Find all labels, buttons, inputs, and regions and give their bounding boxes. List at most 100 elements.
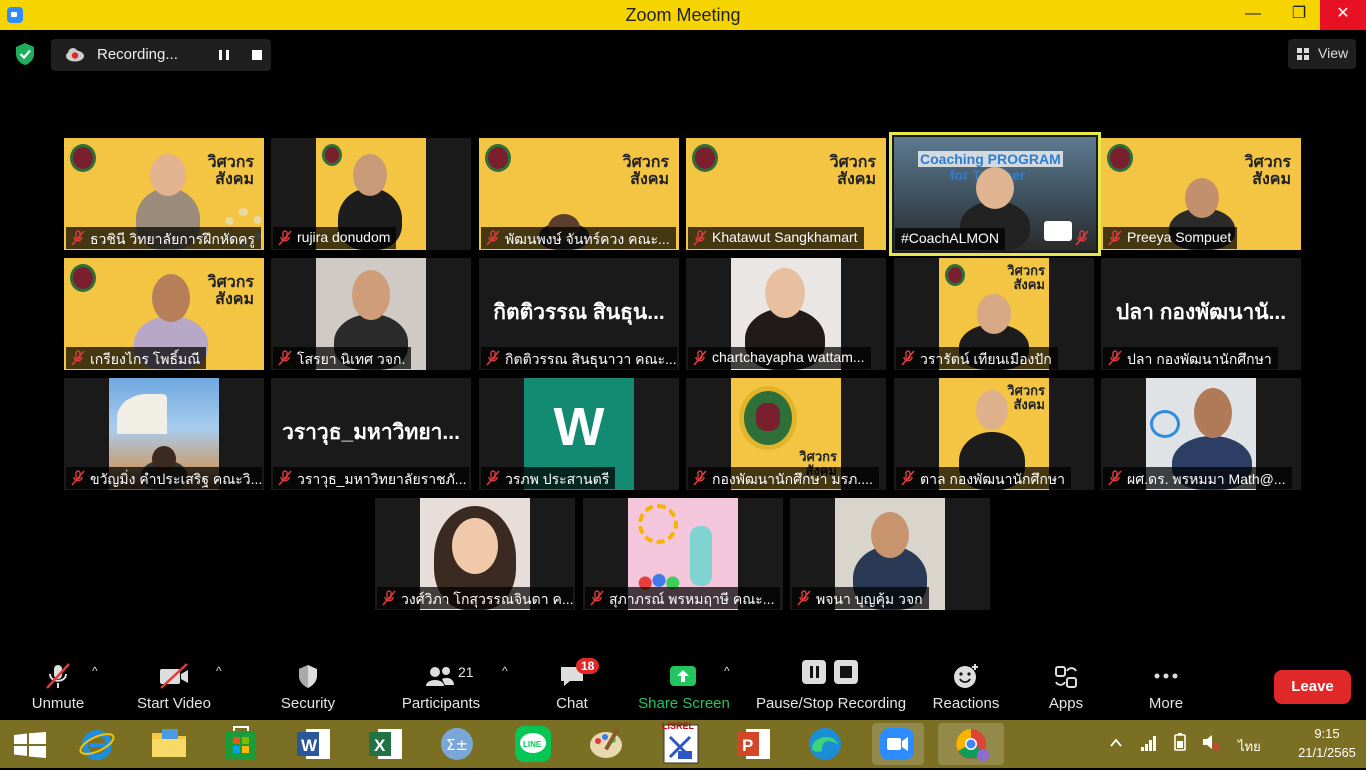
powerpoint-icon[interactable]: P — [732, 723, 774, 765]
participant-tile[interactable]: โสรยา นิเทศ วจก. — [271, 258, 471, 370]
cartoon-figure — [690, 526, 712, 586]
video-options-caret-icon[interactable]: ^ — [216, 664, 222, 678]
participant-tile[interactable]: พจนา บุญคุ้ม วจก — [790, 498, 990, 610]
tray-expand-caret-icon[interactable] — [1110, 738, 1122, 748]
participant-name: กิตติวรรณ สินธุนาวา คณะ... — [481, 347, 677, 369]
university-logo — [692, 144, 718, 172]
leave-button[interactable]: Leave — [1274, 670, 1351, 704]
muted-mic-icon — [1075, 230, 1089, 246]
taskbar-date[interactable]: 21/1/2565 — [1296, 745, 1358, 760]
word-icon[interactable]: W — [292, 723, 334, 765]
participant-name: ปลา กองพัฒนานักศึกษา — [1103, 347, 1278, 369]
stop-recording-icon[interactable] — [244, 45, 270, 65]
share-screen-label: Share Screen — [638, 695, 730, 712]
participant-tile[interactable]: วิศวกร สังคม เกรียงไกร โพธิ์มณี — [64, 258, 264, 370]
participant-name: กองพัฒนานักศึกษา มรภ.... — [688, 467, 879, 489]
start-video-button[interactable]: Start Video — [132, 650, 216, 720]
chat-button[interactable]: 18 Chat — [542, 650, 602, 720]
banner-brand: วิศวกรสังคม — [1007, 383, 1045, 412]
muted-mic-icon — [590, 590, 604, 606]
participant-tile[interactable]: วงศ์วิภา โกสุวรรณจินดา ค... — [375, 498, 575, 610]
muted-mic-icon — [1108, 230, 1122, 246]
chat-label: Chat — [556, 695, 588, 712]
participant-tile[interactable]: วิศวกร สังคม วรารัตน์ เทียนเมืองปัก — [894, 258, 1094, 370]
pause-stop-recording-button[interactable]: Pause/Stop Recording — [754, 650, 908, 720]
windows-taskbar: W X Σ± LINE LISREL P ไทย 9:15 21/1/2565 — [0, 720, 1366, 768]
share-screen-arrow-icon — [670, 666, 696, 686]
lisrel-label: LISREL — [662, 721, 695, 731]
video-off-icon — [160, 663, 188, 689]
line-app-icon[interactable]: LINE — [512, 723, 554, 765]
pause-stop-icons — [802, 660, 858, 684]
internet-explorer-icon[interactable] — [76, 723, 118, 765]
muted-mic-icon — [693, 350, 707, 366]
participant-tile[interactable]: วิศวกร สังคม Khatawut Sangkhamart — [686, 138, 886, 250]
muted-mic-icon — [486, 470, 500, 486]
muted-mic-icon — [71, 470, 85, 486]
apps-button[interactable]: Apps — [1036, 650, 1096, 720]
participant-name: วรภพ ประสานตรี — [481, 467, 616, 489]
svg-text:LINE: LINE — [523, 740, 542, 749]
file-explorer-icon[interactable] — [148, 723, 190, 765]
unmute-button[interactable]: Unmute — [22, 650, 94, 720]
windows-start-icon[interactable] — [13, 732, 47, 758]
excel-icon[interactable]: X — [364, 723, 406, 765]
participant-tile[interactable]: rujira donudom — [271, 138, 471, 250]
participant-tile[interactable]: วิศวกร สังคม ตาล กองพัฒนานักศึกษา — [894, 378, 1094, 490]
participant-tile[interactable]: วิศวกร สังคม ธวชินี วิทยาลัยการฝึกหัดครู — [64, 138, 264, 250]
participant-tile[interactable]: วิศวกรสังคม กองพัฒนานักศึกษา มรภ.... — [686, 378, 886, 490]
zoom-taskbar-icon[interactable] — [872, 723, 924, 765]
lisrel-icon[interactable]: LISREL — [660, 721, 702, 765]
participants-options-caret-icon[interactable]: ^ — [502, 664, 508, 678]
participant-tile[interactable]: ปลา กองพัฒนานั... ปลา กองพัฒนานักศึกษา — [1101, 258, 1301, 370]
participant-name: พจนา บุญคุ้ม วจก — [792, 587, 929, 609]
math-input-icon[interactable]: Σ± — [436, 723, 478, 765]
banner-brand: วิศวกรสังคม — [829, 154, 876, 188]
view-button[interactable]: View — [1288, 39, 1356, 69]
participant-name: Preeya Sompuet — [1103, 227, 1238, 249]
close-button[interactable]: ✕ — [1320, 0, 1366, 30]
more-button[interactable]: More — [1136, 650, 1196, 720]
muted-mic-icon — [71, 230, 85, 246]
participant-tile[interactable]: ขวัญมิ่ง คำประเสริฐ คณะวิ... — [64, 378, 264, 490]
reactions-button[interactable]: Reactions — [930, 650, 1002, 720]
encryption-shield-icon[interactable] — [14, 42, 36, 66]
paint-icon[interactable] — [586, 723, 628, 765]
input-language-indicator[interactable]: ไทย — [1238, 736, 1261, 757]
heart-decoration-icon — [1150, 410, 1180, 438]
minimize-button[interactable]: — — [1230, 0, 1276, 30]
more-dots-icon — [1154, 673, 1178, 679]
participants-icon — [426, 667, 454, 686]
share-screen-button[interactable]: Share Screen — [636, 650, 732, 720]
participant-tile[interactable]: วราวุธ_มหาวิทยา... วราวุธ_มหาวิทยาลัยราช… — [271, 378, 471, 490]
battery-icon[interactable] — [1170, 732, 1190, 752]
chat-unread-badge: 18 — [576, 658, 600, 674]
chrome-browser-icon[interactable] — [938, 723, 1004, 765]
pause-recording-icon[interactable] — [211, 45, 237, 65]
muted-microphone-icon — [46, 663, 70, 689]
more-label: More — [1148, 695, 1184, 712]
edge-browser-icon[interactable] — [804, 723, 846, 765]
participant-tile[interactable]: W วรภพ ประสานตรี — [479, 378, 679, 490]
audio-options-caret-icon[interactable]: ^ — [92, 664, 98, 678]
muted-mic-icon — [278, 470, 292, 486]
participant-tile[interactable]: สุภาภรณ์ พรหมฤาษี คณะ... — [583, 498, 783, 610]
participants-button[interactable]: 21 Participants — [396, 650, 486, 720]
network-signal-icon[interactable] — [1140, 734, 1158, 752]
banner-brand: วิศวกรสังคม — [207, 154, 254, 188]
share-options-caret-icon[interactable]: ^ — [724, 664, 730, 678]
volume-muted-icon[interactable] — [1200, 732, 1220, 752]
participant-name: Khatawut Sangkhamart — [688, 227, 864, 249]
maximize-button[interactable]: ❐ — [1276, 0, 1322, 30]
taskbar-time[interactable]: 9:15 — [1296, 726, 1358, 741]
participant-tile[interactable]: chartchayapha wattam... — [686, 258, 886, 370]
microsoft-store-icon[interactable] — [220, 723, 262, 765]
participant-tile[interactable]: วิศวกร สังคม Preeya Sompuet — [1101, 138, 1301, 250]
participant-tile[interactable]: ผศ.ดร. พรหมมา Math@... — [1101, 378, 1301, 490]
apps-label: Apps — [1048, 695, 1084, 712]
active-speaker-tile[interactable]: Coaching PROGRAM for Teacher #CoachALMON — [889, 132, 1101, 256]
university-logo — [70, 264, 96, 292]
participant-tile[interactable]: กิตติวรรณ สินธุน... กิตติวรรณ สินธุนาวา … — [479, 258, 679, 370]
security-button[interactable]: Security — [272, 650, 344, 720]
participant-tile[interactable]: วิศวกร สังคม พัฒนพงษ์ จันทร์ควง คณะ... — [479, 138, 679, 250]
